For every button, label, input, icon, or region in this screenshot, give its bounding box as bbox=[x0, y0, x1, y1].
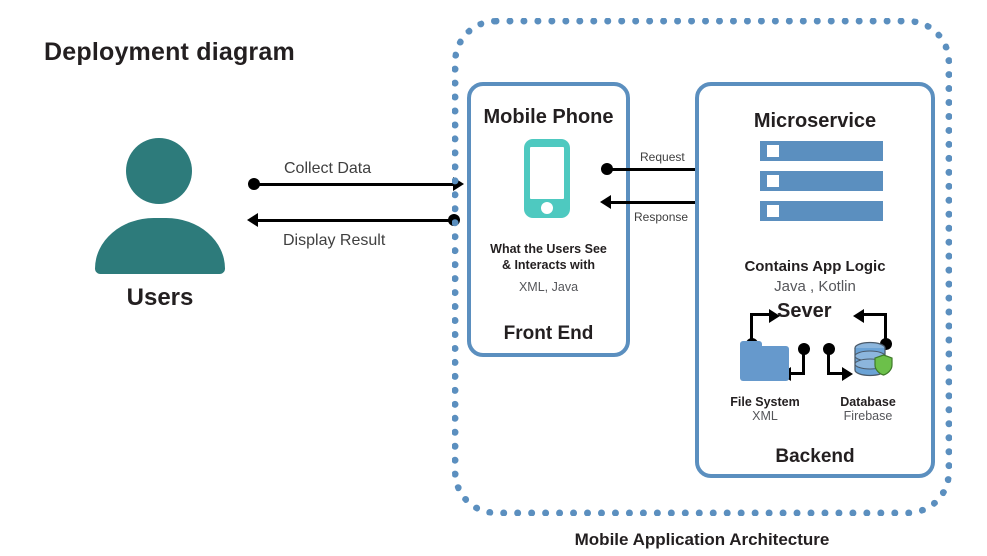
edge-label-response: Response bbox=[634, 210, 689, 224]
backend-title: Microservice bbox=[753, 110, 877, 132]
sever-to-database-horizontal bbox=[864, 313, 887, 316]
server-rack-icon-bar-1 bbox=[760, 141, 883, 161]
sever-to-filesystem-horizontal bbox=[750, 313, 770, 316]
filesystem-link-horizontal bbox=[790, 372, 805, 375]
mobile-phone-home-button bbox=[541, 202, 553, 214]
sever-to-filesystem-arrowhead bbox=[769, 308, 780, 323]
architecture-caption: Mobile Application Architecture bbox=[574, 530, 830, 549]
frontend-description-line1: What the Users See bbox=[490, 242, 607, 256]
backend-description: Contains App Logic bbox=[744, 258, 886, 275]
frontend-node[interactable]: Mobile Phone What the Users See & Intera… bbox=[467, 82, 630, 357]
backend-tech: Java , Kotlin bbox=[774, 278, 856, 295]
folder-icon-body bbox=[740, 346, 789, 381]
frontend-tech: XML, Java bbox=[518, 280, 579, 294]
folder-icon bbox=[740, 341, 789, 381]
server-rack-icon-bar-2 bbox=[760, 171, 883, 191]
collect-data-line bbox=[254, 182, 454, 186]
user-icon bbox=[95, 138, 225, 274]
frontend-footer: Front End bbox=[503, 323, 594, 344]
display-result-line bbox=[258, 218, 454, 222]
server-bar-led bbox=[767, 175, 779, 187]
database-icon bbox=[852, 340, 894, 382]
user-icon-head bbox=[126, 138, 192, 204]
user-icon-body bbox=[95, 218, 225, 274]
server-rack-icon-bar-3 bbox=[760, 201, 883, 221]
page-title: Deployment diagram bbox=[44, 38, 295, 66]
deployment-diagram-canvas: Deployment diagram Users Collect Data Di… bbox=[0, 0, 987, 556]
mobile-phone-screen bbox=[530, 147, 564, 199]
database-label: Database bbox=[840, 395, 896, 409]
server-label: Sever bbox=[777, 300, 832, 322]
frontend-description-line2: & Interacts with bbox=[501, 258, 596, 272]
frontend-title: Mobile Phone bbox=[483, 106, 614, 128]
database-link-horizontal bbox=[827, 372, 843, 375]
server-bar-led bbox=[767, 205, 779, 217]
edge-label-display-result: Display Result bbox=[283, 232, 386, 249]
response-arrowhead bbox=[600, 195, 611, 209]
file-system-label: File System bbox=[730, 395, 800, 409]
shield-badge-icon bbox=[874, 354, 893, 376]
file-system-tech: XML bbox=[752, 409, 778, 423]
backend-footer: Backend bbox=[775, 446, 855, 467]
edge-label-request: Request bbox=[640, 150, 685, 164]
sever-to-database-arrowhead bbox=[853, 308, 864, 323]
mobile-phone-icon bbox=[524, 139, 570, 218]
edge-label-collect-data: Collect Data bbox=[284, 160, 372, 177]
database-tech: Firebase bbox=[843, 409, 893, 423]
server-bar-led bbox=[767, 145, 779, 157]
display-result-arrowhead bbox=[247, 213, 258, 227]
actor-label: Users bbox=[126, 284, 194, 311]
